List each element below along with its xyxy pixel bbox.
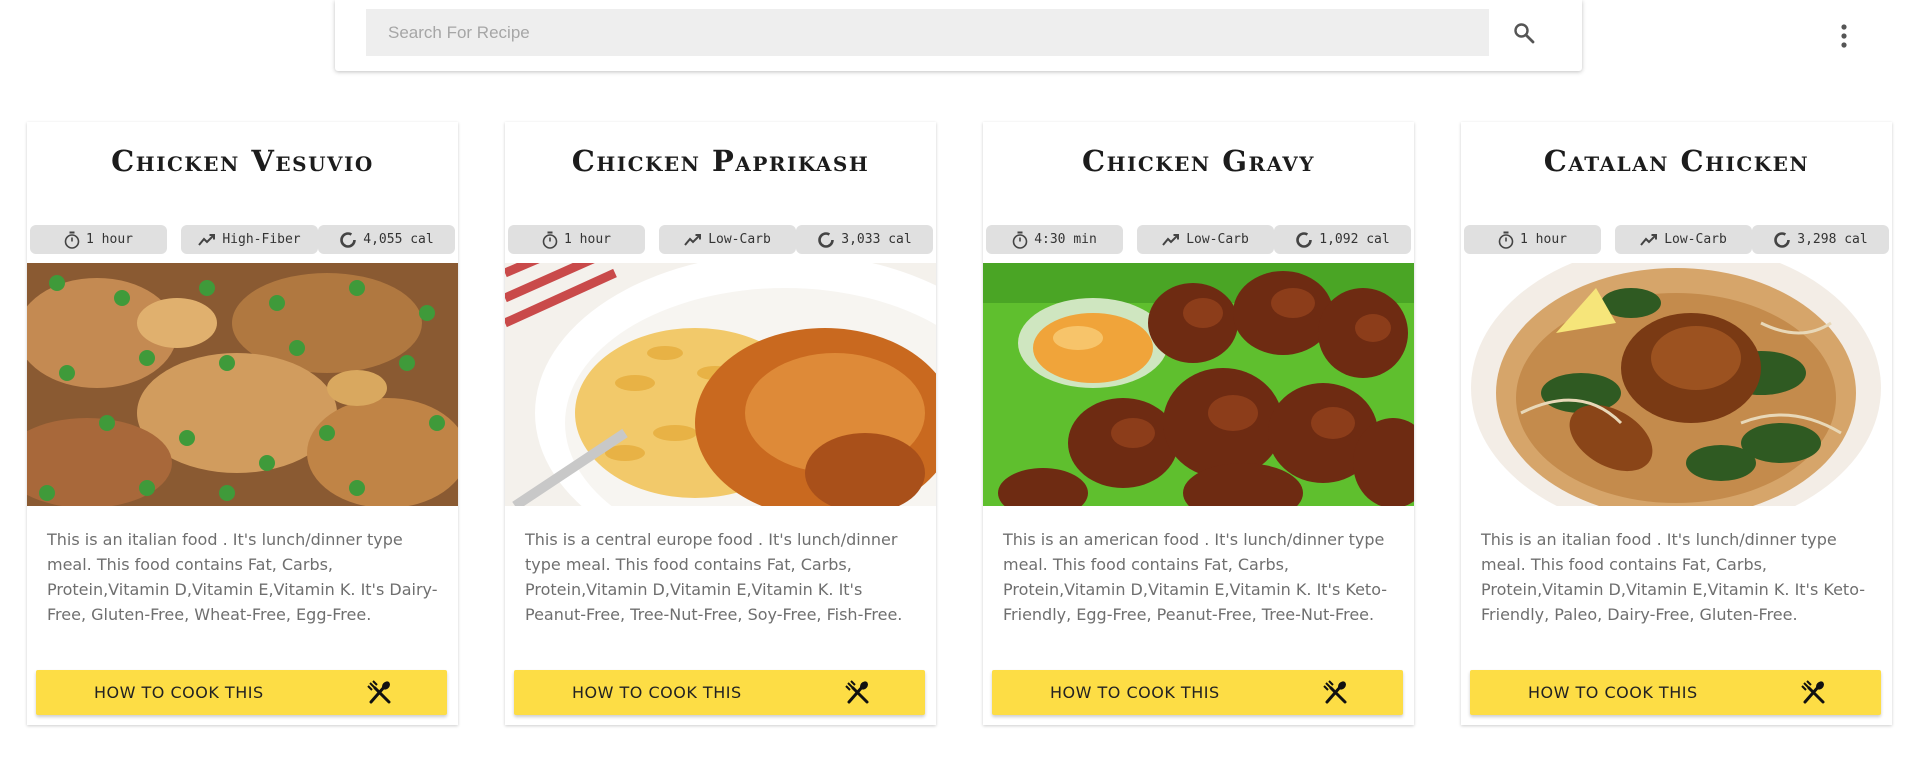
time-chip: 1 hour — [30, 225, 167, 254]
recipe-title: Chicken Gravy — [1082, 144, 1315, 178]
more-menu-button[interactable] — [1832, 20, 1856, 52]
time-chip: 1 hour — [1464, 225, 1601, 254]
recipe-description: This is a central europe food . It's lun… — [525, 530, 903, 624]
calories-label: 1,092 cal — [1319, 232, 1390, 247]
how-to-cook-label: HOW TO COOK THIS — [572, 683, 742, 702]
calories-chip: 3,298 cal — [1752, 225, 1889, 254]
diet-label: Low-Carb — [1664, 232, 1727, 247]
trending-up-icon — [1640, 233, 1658, 246]
time-label: 1 hour — [1520, 232, 1567, 247]
how-to-cook-label: HOW TO COOK THIS — [94, 683, 264, 702]
how-to-cook-label: HOW TO COOK THIS — [1050, 683, 1220, 702]
recipe-chips: 1 hour Low-Carb 3,033 cal — [508, 225, 933, 254]
recipe-description: This is an italian food . It's lunch/din… — [1481, 530, 1866, 624]
how-to-cook-label: HOW TO COOK THIS — [1528, 683, 1698, 702]
recipe-title: Catalan Chicken — [1543, 144, 1810, 178]
diet-label: Low-Carb — [1186, 232, 1249, 247]
diet-chip: Low-Carb — [1137, 225, 1274, 254]
search-input[interactable] — [366, 9, 1489, 56]
timer-icon — [1498, 231, 1514, 249]
time-label: 1 hour — [86, 232, 133, 247]
how-to-cook-button[interactable]: HOW TO COOK THIS — [992, 670, 1403, 715]
how-to-cook-button[interactable]: HOW TO COOK THIS — [514, 670, 925, 715]
recipe-description: This is an american food . It's lunch/di… — [1003, 530, 1388, 624]
calories-chip: 4,055 cal — [318, 225, 455, 254]
donut-icon — [818, 231, 835, 248]
recipe-image — [27, 263, 458, 506]
diet-chip: Low-Carb — [659, 225, 796, 254]
recipe-image — [1461, 263, 1892, 506]
trending-up-icon — [198, 233, 216, 246]
recipe-title: Chicken Vesuvio — [111, 144, 374, 178]
search-panel — [335, 0, 1582, 71]
search-icon — [1514, 23, 1535, 44]
calories-label: 4,055 cal — [363, 232, 434, 247]
calories-chip: 1,092 cal — [1274, 225, 1411, 254]
more-vertical-icon — [1841, 24, 1847, 48]
recipe-chips: 4:30 min Low-Carb 1,092 cal — [986, 225, 1411, 254]
recipe-card: Chicken Paprikash 1 hour Low-Carb 3,033 … — [505, 122, 936, 725]
search-button[interactable] — [1507, 16, 1541, 50]
calories-label: 3,298 cal — [1797, 232, 1868, 247]
recipe-card: Chicken Vesuvio 1 hour High-Fiber 4,055 … — [27, 122, 458, 725]
trending-up-icon — [684, 233, 702, 246]
trending-up-icon — [1162, 233, 1180, 246]
donut-icon — [340, 231, 357, 248]
recipe-description: This is an italian food . It's lunch/din… — [47, 530, 438, 624]
diet-label: High-Fiber — [222, 232, 301, 247]
utensils-icon — [845, 680, 869, 704]
donut-icon — [1296, 231, 1313, 248]
calories-label: 3,033 cal — [841, 232, 912, 247]
diet-chip: High-Fiber — [181, 225, 318, 254]
recipe-chips: 1 hour Low-Carb 3,298 cal — [1464, 225, 1889, 254]
recipe-chips: 1 hour High-Fiber 4,055 cal — [30, 225, 455, 254]
timer-icon — [542, 231, 558, 249]
utensils-icon — [1801, 680, 1825, 704]
diet-label: Low-Carb — [708, 232, 771, 247]
recipe-image — [505, 263, 936, 506]
recipe-title: Chicken Paprikash — [571, 144, 870, 178]
calories-chip: 3,033 cal — [796, 225, 933, 254]
recipe-card: Catalan Chicken 1 hour Low-Carb 3,298 ca… — [1461, 122, 1892, 725]
recipe-card: Chicken Gravy 4:30 min Low-Carb 1,092 ca… — [983, 122, 1414, 725]
time-label: 1 hour — [564, 232, 611, 247]
time-label: 4:30 min — [1034, 232, 1097, 247]
recipe-image — [983, 263, 1414, 506]
time-chip: 4:30 min — [986, 225, 1123, 254]
how-to-cook-button[interactable]: HOW TO COOK THIS — [1470, 670, 1881, 715]
how-to-cook-button[interactable]: HOW TO COOK THIS — [36, 670, 447, 715]
utensils-icon — [1323, 680, 1347, 704]
utensils-icon — [367, 680, 391, 704]
time-chip: 1 hour — [508, 225, 645, 254]
timer-icon — [64, 231, 80, 249]
diet-chip: Low-Carb — [1615, 225, 1752, 254]
timer-icon — [1012, 231, 1028, 249]
donut-icon — [1774, 231, 1791, 248]
